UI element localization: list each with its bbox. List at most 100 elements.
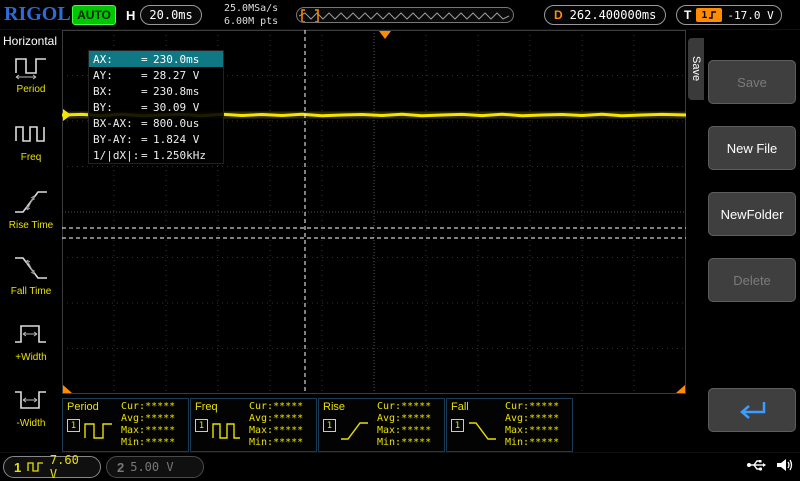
channel2-scale: 5.00 V (130, 460, 174, 474)
trigger-source-chip: 1 (696, 8, 723, 22)
run-status-badge[interactable]: AUTO (72, 5, 116, 25)
measurement-panel-freq: Freq 1 Cur:***** Avg:***** Max:***** Min… (190, 398, 317, 452)
period-icon (15, 58, 46, 80)
rise-measure-icon (341, 422, 368, 440)
sidebar-item-label: +Width (15, 352, 47, 363)
sidebar-item-neg-width[interactable]: -Width (0, 386, 62, 450)
channel2-number: 2 (117, 459, 125, 475)
sidebar-item-label: Freq (20, 152, 42, 163)
fall-time-icon (15, 257, 47, 279)
cursor-readout-box: AX: = 230.0ms AY: = 28.27 V BX: = 230.8m… (88, 50, 224, 164)
status-icons (746, 457, 794, 473)
delay-readout-group: D 262.400000ms (544, 5, 667, 25)
plus-width-icon (15, 325, 46, 343)
acquisition-info: 25.0MSa/s 6.00M pts (224, 2, 278, 28)
usb-icon (747, 460, 766, 471)
cursor-value: 800.0us (153, 116, 200, 130)
measurement-panel-period: Period 1 Cur:***** Avg:***** Max:***** M… (62, 398, 189, 452)
delay-value: 262.400000ms (569, 8, 657, 22)
cursor-label: BY: (93, 100, 113, 114)
measurement-stats: Cur:***** Avg:***** Max:***** Min:***** (505, 401, 560, 448)
equals-sign: = (141, 116, 148, 130)
menu-tab-save: Save (688, 38, 704, 100)
freq-icon (15, 126, 45, 142)
cursor-row-byay: BY-AY: = 1.824 V (89, 131, 223, 147)
channel1-wave-icon (27, 462, 44, 472)
return-arrow-icon (740, 402, 766, 419)
return-button[interactable] (708, 388, 796, 432)
trigger-position-marker (379, 31, 391, 39)
new-file-button[interactable]: New File (708, 126, 796, 170)
sidebar-item-freq[interactable]: Freq (0, 120, 62, 184)
equals-sign: = (141, 68, 148, 82)
measurement-panel-rise: Rise 1 Cur:***** Avg:***** Max:***** Min… (318, 398, 445, 452)
timebase-value: 20.0ms (140, 5, 202, 25)
delay-label: D (554, 8, 563, 22)
rise-time-icon (15, 191, 47, 213)
sidebar-item-pos-width[interactable]: +Width (0, 320, 62, 384)
bottom-status-bar: 1 7.60 V 2 5.00 V (0, 452, 800, 481)
measurement-stats: Cur:***** Avg:***** Max:***** Min:***** (249, 401, 304, 448)
new-folder-button[interactable]: NewFolder (708, 192, 796, 236)
cursor-row-inv-dx: 1/|dX|: = 1.250kHz (89, 147, 223, 163)
cursor-label: 1/|dX|: (93, 148, 140, 162)
trigger-edge-icon (709, 11, 717, 19)
sidebar-item-fall-time[interactable]: Fall Time (0, 254, 62, 318)
left-function-sidebar: Horizontal Period Freq Rise Time Fall Ti… (0, 30, 62, 452)
channel2-chip[interactable]: 2 5.00 V (106, 456, 204, 478)
measurement-stats: Cur:***** Avg:***** Max:***** Min:***** (377, 401, 432, 448)
cursor-label: AY: (93, 68, 113, 82)
sidebar-item-label: Period (16, 84, 46, 95)
measurement-name: Fall (451, 401, 469, 413)
sweep-start-marker (63, 385, 72, 393)
cursor-value: 30.09 V (153, 100, 200, 114)
cursor-row-by: BY: = 30.09 V (89, 99, 223, 115)
measurement-channel-badge: 1 (323, 419, 336, 432)
speaker-icon (777, 459, 793, 471)
sidebar-item-label: -Width (16, 418, 46, 429)
horizontal-label: H (126, 7, 136, 23)
measurement-name: Rise (323, 401, 346, 413)
cursor-value: 230.0ms (153, 52, 200, 66)
sidebar-item-period[interactable]: Period (0, 52, 62, 116)
measurement-stats: Cur:***** Avg:***** Max:***** Min:***** (121, 401, 176, 448)
channel1-chip[interactable]: 1 7.60 V (3, 453, 101, 481)
channel1-number: 1 (14, 459, 22, 475)
sweep-end-marker (676, 385, 685, 393)
freq-measure-icon (212, 423, 240, 439)
sidebar-item-rise-time[interactable]: Rise Time (0, 188, 62, 252)
cursor-value: 1.250kHz (153, 148, 206, 162)
sidebar-item-label: Rise Time (8, 220, 54, 231)
horizontal-timebase-group[interactable]: H 20.0ms (126, 5, 202, 25)
cursor-label: AX: (93, 52, 113, 66)
channel1-level-marker (63, 109, 71, 121)
cursor-row-bxax: BX-AX: = 800.0us (89, 115, 223, 131)
memory-waveform-preview (296, 7, 514, 23)
cursor-value: 1.824 V (153, 132, 200, 146)
cursor-label: BX: (93, 84, 113, 98)
save-button[interactable]: Save (708, 60, 796, 104)
rigol-logo: RIGOL (4, 3, 71, 25)
minus-width-icon (15, 391, 46, 409)
measurement-panel-row: Period 1 Cur:***** Avg:***** Max:***** M… (62, 398, 573, 452)
measurement-channel-badge: 1 (67, 419, 80, 432)
equals-sign: = (141, 52, 148, 66)
cursor-label: BX-AX: (93, 116, 133, 130)
cursor-value: 28.27 V (153, 68, 200, 82)
measurement-channel-badge: 1 (195, 419, 208, 432)
top-status-bar: RIGOL AUTO H 20.0ms 25.0MSa/s 6.00M pts … (0, 0, 800, 30)
softkey-menu: Save Save New File NewFolder Delete (686, 30, 800, 480)
equals-sign: = (141, 84, 148, 98)
oscilloscope-screen: RIGOL AUTO H 20.0ms 25.0MSa/s 6.00M pts … (0, 0, 800, 481)
delete-button[interactable]: Delete (708, 258, 796, 302)
cursor-row-bx: BX: = 230.8ms (89, 83, 223, 99)
cursor-row-ay: AY: = 28.27 V (89, 67, 223, 83)
trigger-level-value: -17.0 V (727, 8, 774, 22)
measurement-name: Period (67, 401, 99, 413)
fall-measure-icon (469, 422, 496, 440)
measurement-channel-badge: 1 (451, 419, 464, 432)
cursor-row-ax: AX: = 230.0ms (89, 51, 223, 67)
waveform-display: AX: = 230.0ms AY: = 28.27 V BX: = 230.8m… (61, 30, 687, 394)
sidebar-item-label: Fall Time (10, 286, 52, 297)
period-measure-icon (84, 423, 112, 439)
